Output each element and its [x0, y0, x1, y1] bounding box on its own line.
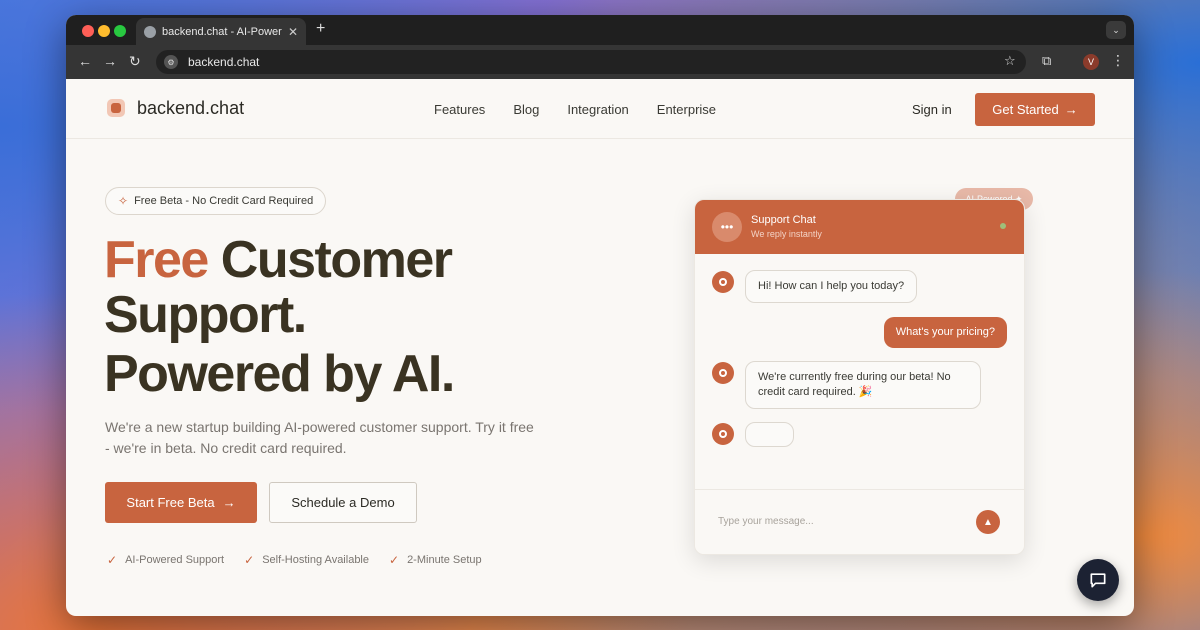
online-status-dot — [1000, 223, 1006, 229]
forward-arrow-icon[interactable]: → — [103, 53, 117, 69]
chat-message-user: What's your pricing? — [883, 317, 1007, 348]
tab-bar: backend.chat - AI-Powered C ✕ + ⌄ — [66, 15, 1134, 45]
feature-item: ✓ 2-Minute Setup — [389, 553, 482, 567]
chat-header: ••• Support Chat We reply instantly — [695, 200, 1024, 254]
logo-icon[interactable] — [107, 99, 125, 117]
get-started-label: Get Started — [992, 102, 1059, 117]
chat-launcher-button[interactable] — [1077, 559, 1119, 601]
hero-title-accent: Free — [104, 231, 209, 289]
browser-tab[interactable]: backend.chat - AI-Powered C ✕ — [136, 18, 306, 45]
tab-title: backend.chat - AI-Powered C — [162, 25, 282, 38]
feature-label: Self-Hosting Available — [262, 554, 369, 566]
get-started-button[interactable]: Get Started → — [975, 93, 1095, 126]
address-bar[interactable]: ⚙ backend.chat — [156, 50, 1026, 74]
chat-widget: ••• Support Chat We reply instantly Hi! … — [694, 199, 1025, 555]
close-tab-icon[interactable]: ✕ — [288, 25, 298, 39]
hero-title-line3: Powered by AI. — [104, 345, 455, 403]
nav-link-enterprise[interactable]: Enterprise — [657, 102, 716, 117]
site-header: backend.chat Features Blog Integration E… — [66, 79, 1134, 139]
url-text: backend.chat — [188, 55, 260, 69]
beta-badge: ✧ Free Beta - No Credit Card Required — [105, 187, 327, 215]
feature-item: ✓ AI-Powered Support — [107, 553, 224, 567]
check-icon: ✓ — [389, 553, 400, 567]
browser-window: backend.chat - AI-Powered C ✕ + ⌄ ← → ↻ … — [66, 15, 1134, 616]
browser-toolbar: ← → ↻ ⚙ backend.chat ☆ ⧉ V ⋮ — [66, 45, 1134, 79]
hero-title-line2: Support. — [104, 286, 307, 344]
tab-search-chevron-icon[interactable]: ⌄ — [1106, 21, 1126, 39]
logo-text[interactable]: backend.chat — [137, 98, 244, 119]
hero-subtitle: We're a new startup building AI-powered … — [105, 419, 534, 456]
check-icon: ✓ — [244, 553, 255, 567]
profile-avatar[interactable]: V — [1083, 54, 1099, 70]
back-arrow-icon[interactable]: ← — [78, 53, 92, 69]
schedule-demo-button[interactable]: Schedule a Demo — [269, 482, 417, 523]
check-icon: ✓ — [107, 553, 118, 567]
chat-input-area: Type your message... ▲ — [695, 489, 1024, 554]
sparkle-icon: ✧ — [118, 194, 129, 208]
beta-badge-text: Free Beta - No Credit Card Required — [134, 195, 314, 207]
chat-bubble-icon: ••• — [712, 212, 742, 242]
chat-subtitle: We reply instantly — [751, 229, 822, 239]
globe-icon — [144, 25, 156, 38]
extensions-puzzle-icon[interactable]: ⧉ — [1042, 53, 1051, 69]
hero-title: Free Customer Support. Powered by AI. — [104, 233, 624, 402]
arrow-right-icon: → — [222, 495, 236, 510]
maximize-window-button[interactable] — [114, 25, 126, 37]
hero-title-line1: Customer — [207, 231, 453, 289]
typing-indicator — [745, 422, 794, 447]
chat-message-input[interactable]: Type your message... — [718, 516, 814, 527]
feature-item: ✓ Self-Hosting Available — [244, 553, 369, 567]
nav-link-integration[interactable]: Integration — [567, 102, 628, 117]
more-menu-icon[interactable]: ⋮ — [1111, 52, 1125, 69]
reload-icon[interactable]: ↻ — [129, 53, 141, 70]
start-free-beta-label: Start Free Beta — [126, 495, 215, 510]
nav-link-features[interactable]: Features — [434, 102, 485, 117]
feature-label: AI-Powered Support — [125, 554, 225, 566]
site-settings-icon[interactable]: ⚙ — [164, 55, 178, 69]
chat-bubble-icon — [1090, 573, 1106, 588]
chat-message-bot: We're currently free during our beta! No… — [745, 361, 981, 409]
minimize-window-button[interactable] — [98, 25, 110, 37]
sign-in-link[interactable]: Sign in — [912, 102, 952, 117]
chat-title: Support Chat — [751, 214, 816, 226]
bot-avatar-icon — [712, 362, 734, 384]
new-tab-button[interactable]: + — [316, 20, 325, 38]
schedule-demo-label: Schedule a Demo — [291, 495, 395, 510]
bot-avatar-icon — [712, 423, 734, 445]
chat-message-bot: Hi! How can I help you today? — [745, 270, 918, 303]
feature-label: 2-Minute Setup — [407, 554, 482, 566]
send-icon[interactable]: ▲ — [976, 510, 1000, 534]
arrow-right-icon: → — [1064, 102, 1078, 117]
bookmark-star-icon[interactable]: ☆ — [1004, 53, 1016, 69]
main-nav: Features Blog Integration Enterprise — [434, 102, 716, 117]
feature-list: ✓ AI-Powered Support ✓ Self-Hosting Avai… — [107, 553, 482, 567]
start-free-beta-button[interactable]: Start Free Beta → — [105, 482, 257, 523]
bot-avatar-icon — [712, 271, 734, 293]
nav-link-blog[interactable]: Blog — [513, 102, 539, 117]
close-window-button[interactable] — [82, 25, 94, 37]
